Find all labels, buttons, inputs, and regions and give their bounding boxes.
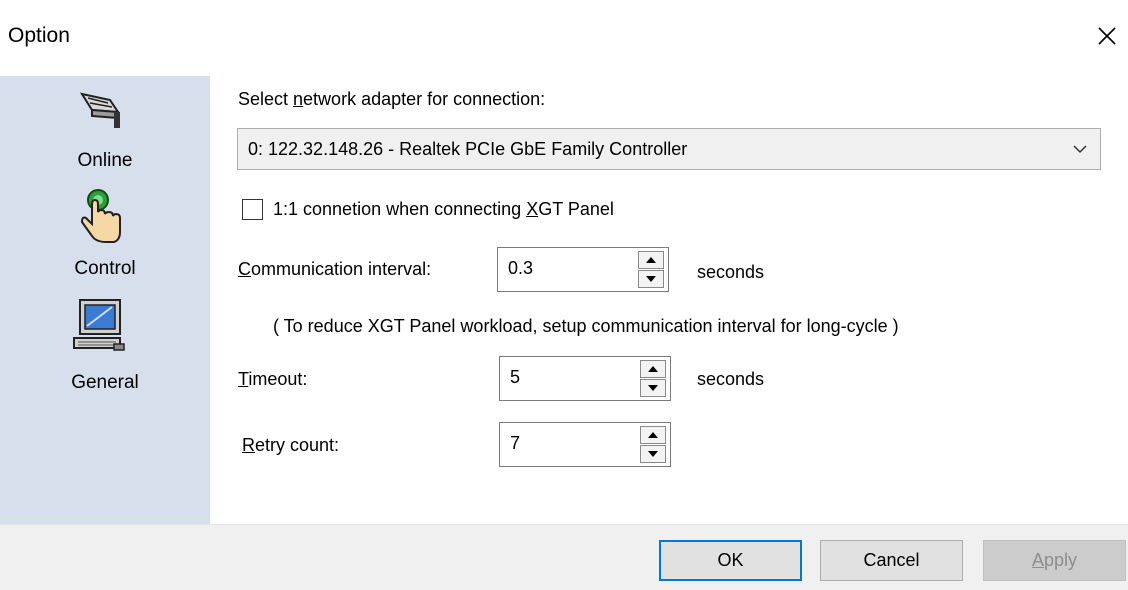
sidebar: Online Control General (0, 76, 210, 524)
increment-button[interactable] (640, 426, 666, 444)
decrement-button[interactable] (638, 270, 664, 288)
retry-count-value: 7 (510, 433, 521, 453)
increment-button[interactable] (640, 360, 666, 378)
retry-count-stepper[interactable]: 7 (499, 422, 671, 467)
sidebar-item-label: General (71, 372, 139, 393)
arrow-down-icon (646, 276, 656, 282)
one-to-one-label: 1:1 connetion when connecting XGT Panel (273, 199, 614, 219)
chevron-down-icon (1072, 141, 1088, 162)
retry-label: Retry count: (242, 435, 340, 455)
sidebar-item-label: Control (74, 258, 136, 279)
computer-icon (70, 298, 130, 358)
title-bar: Option (0, 0, 1128, 76)
timeout-unit: seconds (697, 369, 765, 389)
apply-button[interactable]: Apply (983, 540, 1126, 581)
arrow-down-icon (648, 451, 658, 457)
comm-interval-label: Communication interval: (238, 259, 432, 279)
one-to-one-checkbox[interactable] (242, 199, 263, 220)
increment-button[interactable] (638, 251, 664, 269)
decrement-button[interactable] (640, 379, 666, 397)
hand-pointer-icon (70, 186, 130, 246)
network-plug-icon (70, 82, 130, 142)
arrow-up-icon (648, 432, 658, 438)
comm-interval-value: 0.3 (508, 258, 534, 278)
arrow-down-icon (648, 385, 658, 391)
ok-button[interactable]: OK (659, 540, 802, 581)
sidebar-item-control[interactable]: Control (0, 186, 210, 298)
comm-interval-unit: seconds (697, 262, 765, 282)
comm-interval-stepper[interactable]: 0.3 (497, 247, 669, 292)
network-adapter-value: 0: 122.32.148.26 - Realtek PCIe GbE Fami… (248, 139, 688, 159)
timeout-value: 5 (510, 367, 521, 387)
arrow-up-icon (646, 257, 656, 263)
network-adapter-select[interactable]: 0: 122.32.148.26 - Realtek PCIe GbE Fami… (237, 128, 1101, 170)
sidebar-item-label: Online (77, 150, 133, 171)
adapter-label: Select network adapter for connection: (238, 89, 546, 109)
cancel-button[interactable]: Cancel (820, 540, 963, 581)
comm-interval-note: ( To reduce XGT Panel workload, setup co… (273, 316, 899, 336)
timeout-label: Timeout: (238, 369, 308, 389)
close-button[interactable] (1086, 14, 1128, 58)
decrement-button[interactable] (640, 445, 666, 463)
timeout-stepper[interactable]: 5 (499, 356, 671, 401)
arrow-up-icon (648, 366, 658, 372)
sidebar-item-general[interactable]: General (0, 298, 210, 410)
sidebar-item-online[interactable]: Online (0, 76, 210, 186)
window-title: Option (8, 24, 70, 47)
close-icon (1098, 27, 1116, 45)
